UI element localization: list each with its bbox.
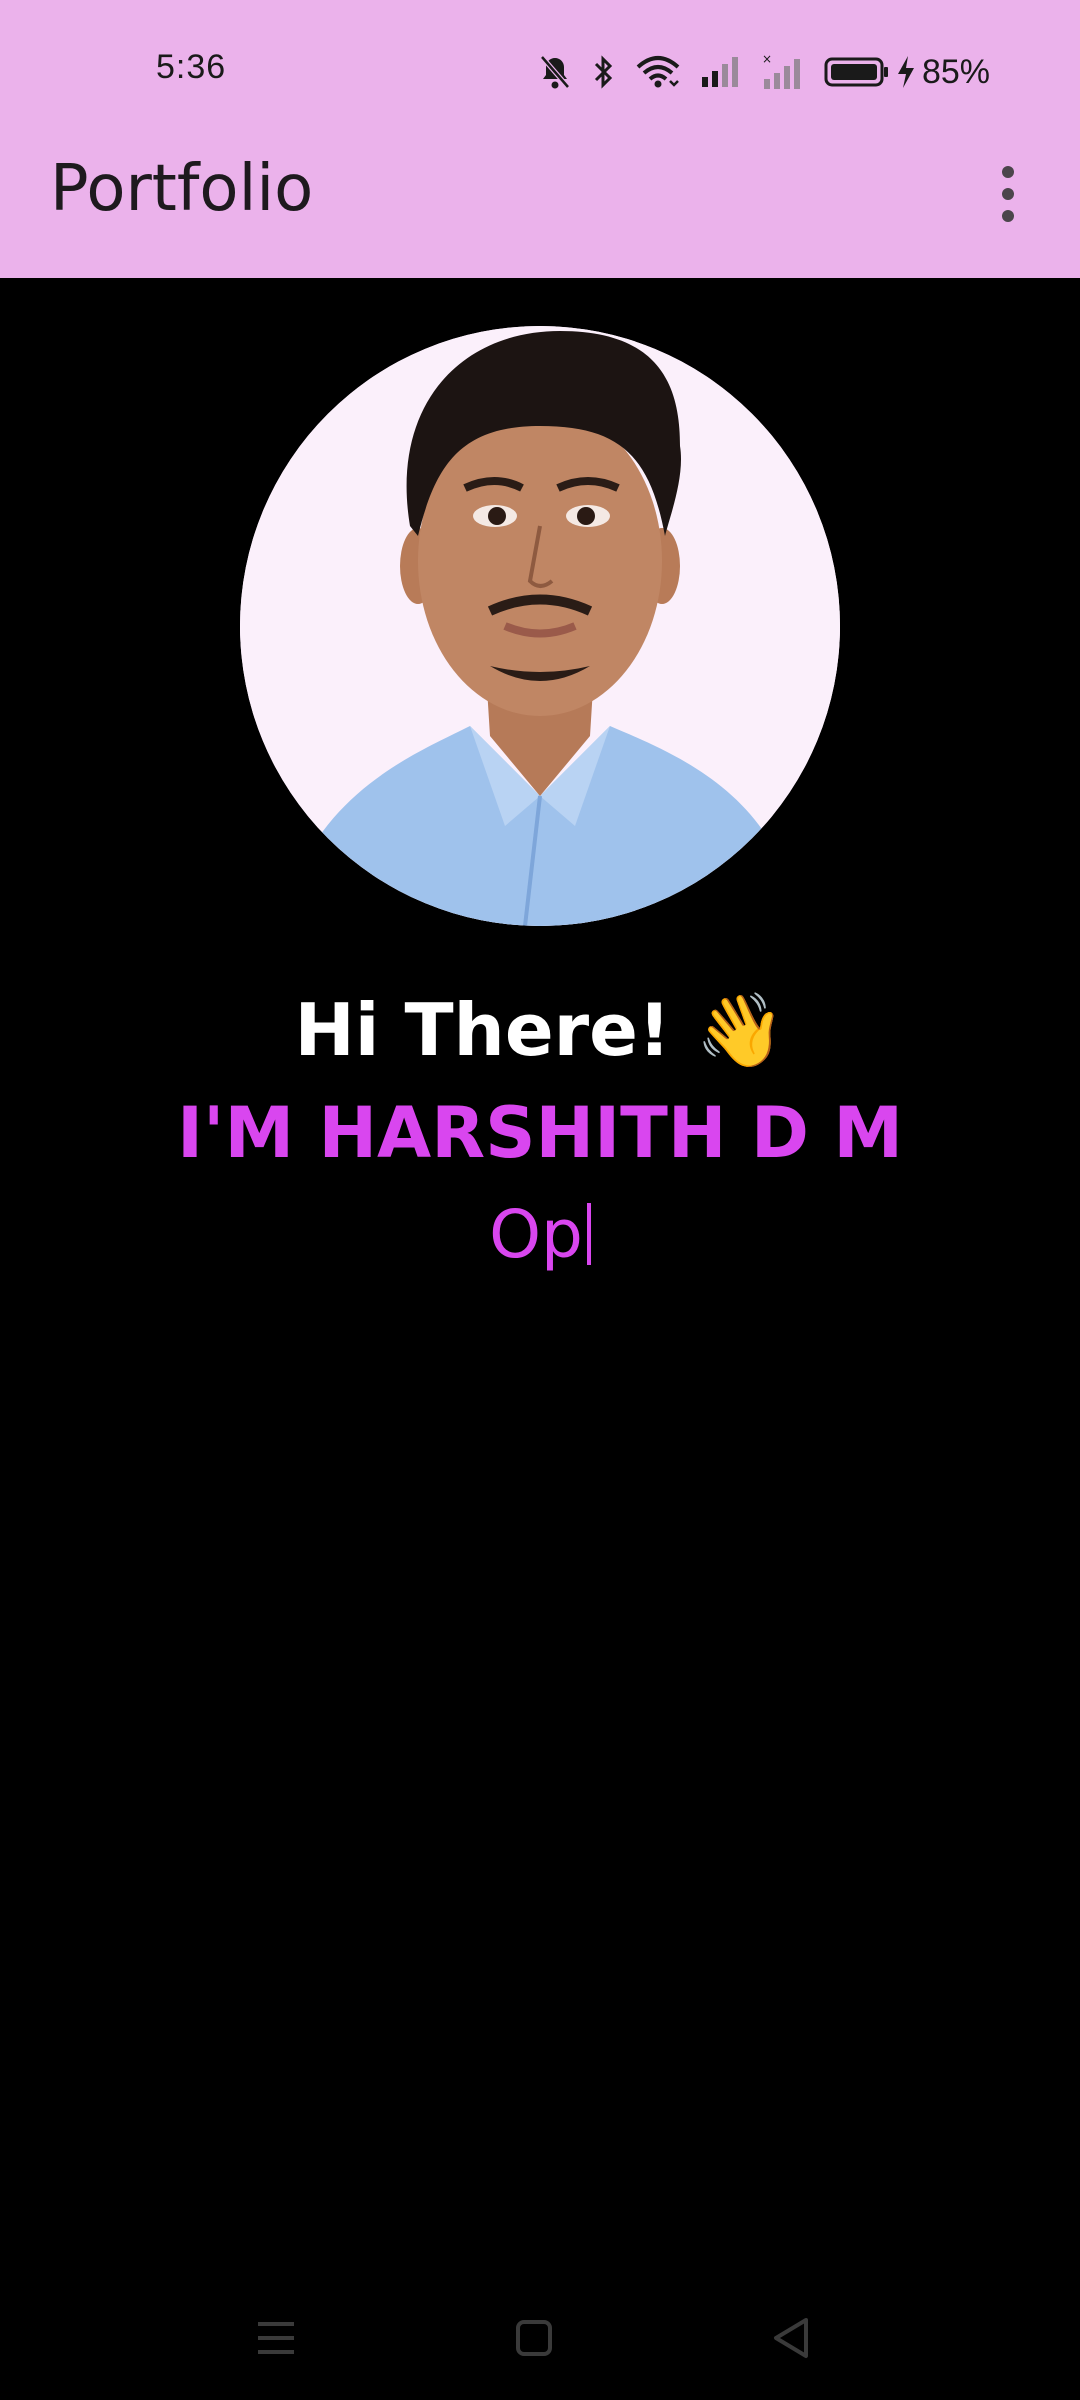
status-time: 5:36 [156, 48, 227, 86]
app-title: Portfolio [50, 152, 314, 226]
battery-percent: 85% [921, 52, 990, 91]
back-icon[interactable] [762, 2308, 822, 2368]
signal-no-sim-icon: × [762, 53, 800, 89]
typing-caret [586, 1203, 591, 1265]
typing-text: Op [489, 1196, 583, 1273]
wifi-icon [636, 56, 680, 88]
svg-text:×: × [762, 53, 772, 66]
home-icon[interactable] [504, 2308, 564, 2368]
typing-text-line: Op [0, 1196, 1080, 1273]
status-bar: 5:36 × 85% [0, 0, 1080, 142]
status-icons: × 85% [518, 50, 990, 94]
recents-icon[interactable] [246, 2308, 306, 2368]
bell-off-icon [540, 55, 570, 89]
charging-icon [897, 56, 914, 88]
signal-icon [701, 57, 738, 87]
more-vert-icon[interactable] [990, 166, 1026, 222]
bluetooth-icon [594, 55, 613, 89]
name-heading: I'M HARSHITH D M [176, 1092, 904, 1174]
profile-portrait [240, 326, 840, 926]
greeting-text: Hi There! 👋 [294, 988, 786, 1072]
profile-photo [240, 326, 840, 926]
system-nav-bar [0, 2280, 1080, 2390]
battery-icon [824, 57, 888, 87]
top-app-bar: 5:36 × 85% Portfolio [0, 0, 1080, 278]
